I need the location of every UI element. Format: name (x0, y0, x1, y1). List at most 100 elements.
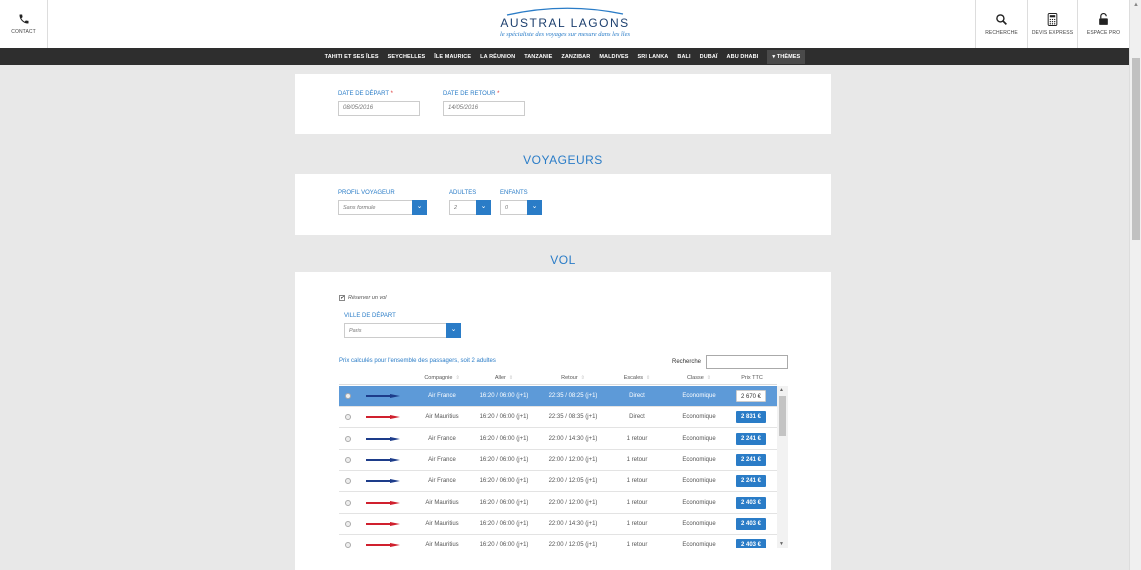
row-radio[interactable] (345, 542, 351, 548)
cell-escales: 1 retour (626, 520, 648, 527)
nav-item-dubai[interactable]: DUBAÏ (700, 54, 718, 60)
table-row[interactable]: Air Mauritius 16:20 / 06:00 (j+1) 22:35 / … (339, 407, 777, 429)
nav-item-tahiti[interactable]: TAHITI ET SES ÎLES (325, 54, 379, 60)
nav-item-la-reunion[interactable]: LA RÉUNION (480, 54, 515, 60)
sort-icon: ⇳ (508, 375, 514, 381)
search-label: RECHERCHE (985, 29, 1018, 36)
table-row[interactable]: Air Mauritius 16:20 / 06:00 (j+1) 22:00 / … (339, 514, 777, 535)
price-note: Prix calculés pour l'ensemble des passag… (339, 358, 496, 364)
price-badge[interactable]: 2 241 € (736, 475, 766, 488)
row-radio[interactable] (345, 414, 351, 421)
scroll-down-icon[interactable]: ▼ (779, 541, 784, 547)
chevron-down-icon[interactable]: ⌄ (446, 323, 461, 338)
nav-item-themes[interactable]: ▾ THÈMES (767, 49, 806, 64)
departure-city-select[interactable]: Paris ⌄ (344, 323, 461, 338)
air-mauritius-logo-icon (366, 521, 400, 526)
logo[interactable]: AUSTRAL LAGONS le spécialiste des voyage… (470, 6, 660, 38)
row-radio[interactable] (345, 499, 351, 506)
cell-escales: 1 retour (626, 435, 648, 442)
nav-item-ile-maurice[interactable]: ÎLE MAURICE (434, 54, 471, 60)
cell-airline: Air Mauritius (425, 520, 459, 527)
price-badge[interactable]: 2 670 € (736, 390, 766, 402)
table-search-input[interactable] (706, 355, 788, 369)
contact-button[interactable]: CONTACT (0, 0, 48, 48)
air-france-logo-icon (366, 436, 400, 441)
departure-city-label: VILLE DE DÉPART (344, 313, 396, 319)
book-flight-checkbox[interactable]: ✔ (339, 295, 345, 301)
sort-icon: ⇳ (706, 375, 711, 381)
row-radio[interactable] (345, 393, 351, 399)
unlock-icon (1099, 12, 1108, 25)
cell-airline: Air France (428, 456, 456, 463)
price-badge[interactable]: 2 831 € (736, 411, 766, 424)
cell-escales: 1 retour (626, 499, 648, 506)
quote-button[interactable]: DEVIS EXPRESS (1027, 0, 1077, 48)
departure-date-input[interactable]: 08/05/2016 (338, 101, 420, 116)
return-date-input[interactable]: 14/05/2016 (443, 101, 525, 116)
row-radio[interactable] (345, 520, 351, 527)
col-escales[interactable]: Escales ⇳ (611, 375, 663, 381)
price-badge[interactable]: 2 403 € (736, 539, 766, 548)
row-radio[interactable] (345, 456, 351, 463)
table-row[interactable]: Air Mauritius 16:20 / 06:00 (j+1) 22:00 / … (339, 493, 777, 514)
chevron-down-icon[interactable]: ⌄ (527, 200, 542, 215)
col-aller[interactable]: Aller ⇳ (473, 375, 535, 381)
nav-item-sri-lanka[interactable]: SRI LANKA (638, 54, 669, 60)
col-prix[interactable]: Prix TTC (729, 375, 775, 381)
col-classe[interactable]: Classe ⇳ (672, 375, 726, 381)
traveler-profile-label: PROFIL VOYAGEUR (338, 190, 395, 196)
nav-item-zanzibar[interactable]: ZANZIBAR (561, 54, 590, 60)
children-select[interactable]: 0 ⌄ (500, 200, 542, 215)
nav-item-maldives[interactable]: MALDIVES (599, 54, 628, 60)
nav-item-abu-dhabi[interactable]: ABU DHABI (727, 54, 759, 60)
adults-select[interactable]: 2 ⌄ (449, 200, 491, 215)
table-row[interactable]: Air France 16:20 / 06:00 (j+1) 22:00 / 14:… (339, 429, 777, 450)
search-button[interactable]: RECHERCHE (975, 0, 1027, 48)
phone-icon (19, 14, 28, 24)
pro-space-button[interactable]: ESPACE PRO (1077, 0, 1129, 48)
table-scrollbar-thumb[interactable] (779, 396, 786, 436)
row-radio[interactable] (345, 478, 351, 485)
price-badge[interactable]: 2 403 € (736, 496, 766, 509)
nav-item-bali[interactable]: BALI (677, 54, 690, 60)
cell-aller: 16:20 / 06:00 (j+1) (479, 435, 529, 442)
table-row[interactable]: Air France 16:20 / 06:00 (j+1) 22:00 / 12:… (339, 471, 777, 493)
col-retour[interactable]: Retour ⇳ (542, 375, 604, 381)
table-row[interactable]: Air France 16:20 / 06:00 (j+1) 22:00 / 12:… (339, 450, 777, 471)
scroll-up-icon[interactable]: ▲ (779, 387, 784, 393)
row-radio[interactable] (345, 435, 351, 442)
col-compagnie[interactable]: Compagnie ⇳ (414, 375, 470, 381)
page-scrollbar[interactable]: ▲ (1129, 0, 1141, 570)
sort-icon: ⇳ (455, 375, 460, 381)
air-mauritius-logo-icon (366, 415, 400, 420)
cell-aller: 16:20 / 06:00 (j+1) (479, 499, 529, 506)
nav-item-seychelles[interactable]: SEYCHELLES (388, 54, 426, 60)
cell-retour: 22:35 / 08:35 (j+1) (548, 414, 598, 421)
children-label: ENFANTS (500, 190, 528, 196)
contact-label: CONTACT (11, 29, 36, 35)
flight-section-title: VOL (550, 253, 576, 267)
price-badge[interactable]: 2 403 € (736, 517, 766, 530)
logo-swoosh-icon (506, 7, 624, 16)
chevron-down-icon[interactable]: ⌄ (412, 200, 427, 215)
nav-item-tanzanie[interactable]: TANZANIE (524, 54, 552, 60)
page-scrollbar-thumb[interactable] (1132, 58, 1140, 240)
departure-date-label: DATE DE DÉPART * (338, 91, 393, 97)
chevron-down-icon[interactable]: ⌄ (476, 200, 491, 215)
themes-label: THÈMES (776, 53, 801, 60)
col-prix-label: Prix TTC (741, 375, 763, 381)
cell-retour: 22:00 / 12:00 (j+1) (548, 456, 598, 463)
table-row[interactable]: Air France 16:20 / 06:00 (j+1) 22:35 / 08:… (339, 386, 777, 407)
cell-aller: 16:20 / 06:00 (j+1) (479, 456, 529, 463)
cell-airline: Air France (428, 435, 456, 442)
book-flight-checkbox-row[interactable]: ✔ Réserver un vol (339, 295, 387, 301)
traveler-profile-select[interactable]: Sans formule ⌄ (338, 200, 427, 215)
cell-classe: Economique (682, 393, 716, 399)
air-mauritius-logo-icon (366, 500, 400, 505)
table-row[interactable]: Air Mauritius 16:20 / 06:00 (j+1) 22:00 / … (339, 535, 777, 548)
scroll-up-icon[interactable]: ▲ (1133, 2, 1139, 8)
price-badge[interactable]: 2 241 € (736, 453, 766, 466)
main-nav: TAHITI ET SES ÎLES SEYCHELLES ÎLE MAURIC… (0, 48, 1129, 65)
table-scrollbar[interactable]: ▲ ▼ (777, 386, 788, 548)
price-badge[interactable]: 2 241 € (736, 432, 766, 445)
